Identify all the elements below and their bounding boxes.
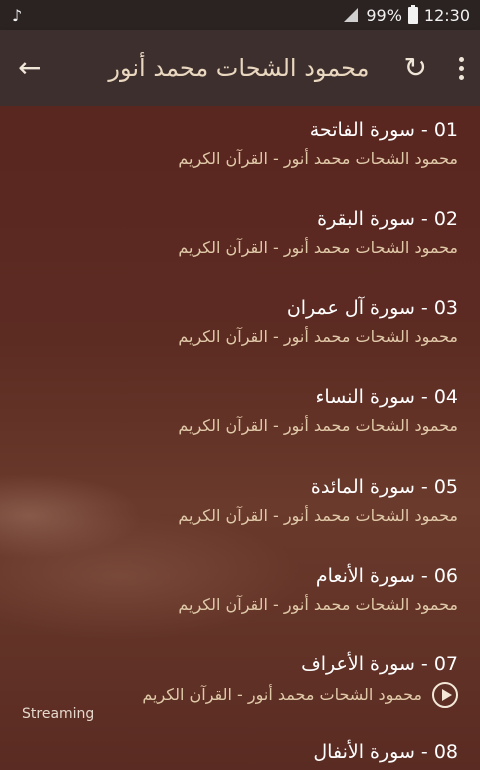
track-subtitle-text: محمود الشحات محمد أنور - القرآن الكريم (178, 595, 458, 614)
battery-percent: 99% (366, 5, 402, 25)
app-bar: ← محمود الشحات محمد أنور ↻ (0, 30, 480, 106)
play-icon[interactable] (432, 682, 458, 708)
track-subtitle-text: محمود الشحات محمد أنور - القرآن الكريم (178, 327, 458, 346)
track-title: 04 - سورة النساء (315, 386, 458, 408)
clock-time: 12:30 (423, 5, 470, 25)
track-subtitle: محمود الشحات محمد أنور - القرآن الكريم (38, 326, 458, 348)
track-subtitle-text: محمود الشحات محمد أنور - القرآن الكريم (178, 506, 458, 525)
battery-icon (407, 4, 418, 24)
overflow-dot (459, 65, 464, 71)
overflow-menu-icon[interactable] (455, 56, 468, 80)
overflow-dot (459, 56, 464, 62)
track-item[interactable]: 04 - سورة النساء محمود الشحات محمد أنور … (38, 385, 458, 437)
back-arrow-icon[interactable]: ← (18, 54, 41, 82)
track-subtitle-text: محمود الشحات محمد أنور - القرآن الكريم (178, 149, 458, 168)
track-title: 05 - سورة المائدة (310, 476, 458, 498)
track-subtitle-text: محمود الشحات محمد أنور - القرآن الكريم (142, 685, 422, 704)
track-subtitle-text: محمود الشحات محمد أنور - القرآن الكريم (178, 416, 458, 435)
track-subtitle: محمود الشحات محمد أنور - القرآن الكريم (38, 237, 458, 259)
music-note-icon: ♪ (12, 5, 23, 25)
track-subtitle: محمود الشحات محمد أنور - القرآن الكريم (38, 594, 458, 616)
appbar-actions: ↻ (404, 54, 468, 82)
track-subtitle: محمود الشحات محمد أنور - القرآن الكريم (38, 415, 458, 437)
track-subtitle: محمود الشحات محمد أنور - القرآن الكريم (38, 148, 458, 170)
track-subtitle-text: محمود الشحات محمد أنور - القرآن الكريم (178, 238, 458, 257)
track-item[interactable]: 06 - سورة الأنعام محمود الشحات محمد أنور… (38, 564, 458, 616)
status-right: 99% 12:30 (344, 4, 470, 25)
signal-icon (344, 8, 359, 22)
status-bar: ♪ 99% 12:30 (0, 0, 480, 30)
track-title: 07 - سورة الأعراف (301, 653, 458, 675)
track-item[interactable]: 02 - سورة البقرة محمود الشحات محمد أنور … (38, 207, 458, 259)
streaming-label: Streaming (22, 706, 95, 722)
track-title: 03 - سورة آل عمران (286, 297, 458, 319)
page-title: محمود الشحات محمد أنور (108, 54, 370, 82)
track-item[interactable]: 03 - سورة آل عمران محمود الشحات محمد أنو… (38, 296, 458, 348)
track-item[interactable]: 08 - سورة الأنفال (38, 740, 458, 764)
refresh-icon[interactable]: ↻ (404, 54, 427, 82)
track-item-playing[interactable]: 07 - سورة الأعراف محمود الشحات محمد أنور… (38, 652, 458, 708)
track-title: 08 - سورة الأنفال (313, 741, 458, 763)
track-item[interactable]: 01 - سورة الفاتحة محمود الشحات محمد أنور… (38, 118, 458, 170)
track-title: 02 - سورة البقرة (317, 208, 458, 230)
track-list-area: 01 - سورة الفاتحة محمود الشحات محمد أنور… (0, 106, 480, 770)
track-item[interactable]: 05 - سورة المائدة محمود الشحات محمد أنور… (38, 475, 458, 527)
track-subtitle: محمود الشحات محمد أنور - القرآن الكريم (38, 682, 458, 708)
overflow-dot (459, 74, 464, 80)
track-subtitle: محمود الشحات محمد أنور - القرآن الكريم (38, 505, 458, 527)
track-title: 06 - سورة الأنعام (315, 565, 458, 587)
track-title: 01 - سورة الفاتحة (309, 119, 458, 141)
